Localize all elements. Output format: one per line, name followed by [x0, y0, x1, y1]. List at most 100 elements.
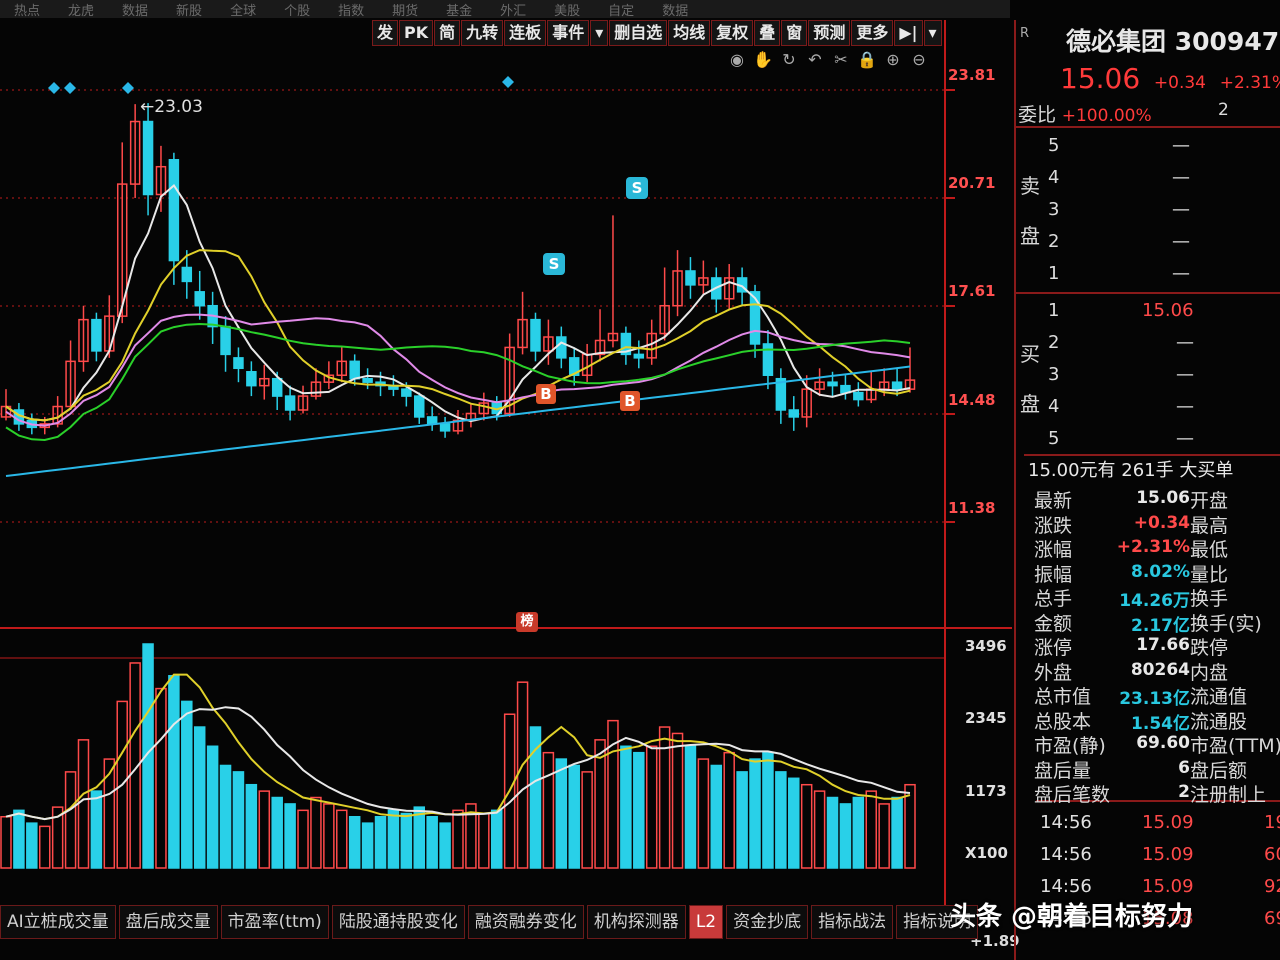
volume-bar: [271, 796, 283, 869]
tick-volume: 19: [1264, 812, 1280, 833]
indicator-tab[interactable]: AI立桩成交量: [0, 905, 116, 939]
volume-bar: [336, 809, 348, 869]
candle-body: [142, 120, 154, 196]
price-axis-label: 14.48: [948, 391, 996, 409]
stat-label-2: 盘后额: [1190, 759, 1248, 782]
volume-bar: [684, 745, 697, 869]
stat-value: 2.17亿: [1131, 615, 1190, 636]
order-side-label: 盘: [1020, 392, 1040, 416]
volume-bar: [168, 675, 180, 869]
volume-axis-label: 2345: [965, 709, 1007, 727]
indicator-tab[interactable]: 资金抄底: [726, 905, 809, 939]
indicator-tab[interactable]: 机构探测器: [586, 905, 686, 939]
tick-price: 15.09: [1142, 844, 1194, 865]
candle-body: [530, 318, 541, 352]
signal-diamond: [48, 82, 60, 94]
volume-bar: [723, 751, 735, 869]
weibi-row: 委比 +100.00% 2: [1018, 100, 1280, 127]
volume-bar: [645, 745, 658, 869]
indicator-tabs: AI立桩成交量 盘后成交量 市盈率(ttm) 陆股通持股变化 融资融券变化 机构探测器 L2…: [0, 905, 981, 939]
stat-value: 15.06: [1136, 488, 1190, 508]
candle-body: [414, 395, 425, 418]
stat-label: 总手: [1034, 588, 1073, 610]
indicator-tab[interactable]: 指标战法: [811, 905, 894, 939]
sell-price: —: [1172, 135, 1190, 156]
volume-ma10-line: [5, 706, 911, 821]
signal-diamond: [502, 76, 514, 88]
volume-bar: [245, 783, 258, 869]
sell-level: 4: [1048, 167, 1060, 188]
volume-bar: [452, 809, 464, 869]
stat-value: 80264: [1130, 659, 1190, 680]
stat-label: 涨幅: [1034, 539, 1073, 561]
candle-body: [91, 318, 102, 352]
volume-bar: [64, 771, 77, 869]
stat-label: 总市值: [1034, 686, 1092, 708]
list-marker[interactable]: 榜: [516, 612, 538, 632]
tick-volume: 60: [1264, 844, 1280, 865]
stat-label-2: 内盘: [1190, 661, 1229, 684]
volume-bar: [865, 790, 878, 869]
volume-bar: [542, 751, 555, 869]
volume-bar: [697, 758, 710, 869]
sell-level: 1: [1048, 263, 1060, 284]
stat-label: 盘后笔数: [1034, 784, 1111, 806]
candle-body: [349, 360, 360, 380]
sell-level: 2: [1048, 231, 1060, 252]
divider: [1016, 126, 1280, 128]
stock-price-row: 15.06 +0.34 +2.31%: [1060, 62, 1280, 95]
volume-axis-label: 1173: [965, 782, 1007, 800]
sell-signal-marker[interactable]: S: [543, 253, 565, 275]
order-side-label: 买: [1020, 342, 1040, 366]
tick-volume: 92: [1264, 876, 1280, 897]
buy-level: 3: [1048, 364, 1060, 385]
volume-bar: [620, 745, 632, 869]
indicator-tab[interactable]: 盘后成交量: [118, 905, 218, 939]
volume-bar: [310, 796, 322, 869]
kline-chart[interactable]: [0, 0, 1012, 905]
stat-label: 市盈(静): [1034, 735, 1106, 757]
volume-ma5-line: [5, 673, 911, 821]
buy-price: 15.06: [1142, 300, 1194, 321]
volume-bar: [181, 700, 193, 869]
stat-label: 金额: [1034, 612, 1073, 635]
volume-axis-label: X100: [965, 844, 1008, 862]
volume-bar: [710, 764, 723, 869]
indicator-tab[interactable]: 融资融券变化: [467, 905, 584, 939]
volume-bar: [581, 771, 593, 869]
stat-label-2: 换手(实): [1190, 612, 1262, 635]
stat-value: 17.66: [1136, 635, 1190, 655]
sell-signal-marker[interactable]: S: [626, 177, 648, 199]
volume-bar: [13, 809, 25, 869]
weibi-label: 委比: [1018, 104, 1057, 126]
volume-bar: [749, 758, 761, 869]
volume-bar: [762, 751, 774, 869]
stat-value: 2: [1178, 782, 1190, 802]
candle-body: [633, 353, 645, 359]
stock-code: 300947: [1174, 27, 1280, 56]
sell-price: —: [1172, 231, 1190, 252]
volume-bar: [788, 777, 800, 869]
stat-label-2: 市盈(TTM): [1190, 735, 1280, 757]
indicator-tab[interactable]: 市盈率(ttm): [220, 905, 329, 939]
indicator-tab[interactable]: L2: [688, 905, 724, 939]
stock-name: 德必集团: [1066, 27, 1167, 56]
buy-signal-marker[interactable]: B: [620, 391, 640, 411]
stat-value: 23.13亿: [1119, 689, 1190, 709]
indicator-tab[interactable]: 陆股通持股变化: [331, 905, 465, 939]
stat-value: 69.60: [1136, 733, 1190, 753]
stat-label-2: 换手: [1190, 588, 1229, 610]
stat-label: 振幅: [1034, 563, 1073, 586]
buy-signal-marker[interactable]: B: [536, 384, 556, 404]
candle-body: [439, 423, 451, 432]
candle-body: [220, 325, 231, 356]
volume-bar: [490, 809, 503, 869]
candle-body: [556, 336, 567, 359]
price-axis-label: 20.71: [948, 174, 996, 192]
stock-change-pct: +2.31%: [1219, 73, 1280, 93]
peak-price-value: 23.03: [154, 97, 203, 117]
volume-bar: [219, 764, 232, 869]
volume-bar: [90, 790, 103, 869]
stock-change: +0.34: [1153, 73, 1207, 93]
volume-bar: [361, 822, 374, 869]
